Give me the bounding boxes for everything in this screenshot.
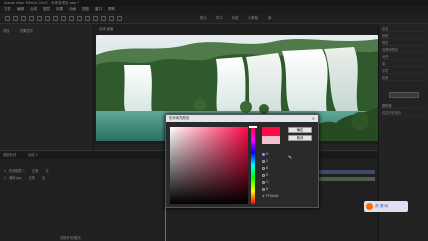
panel-libraries[interactable]: 库 [382, 62, 426, 67]
layer-name[interactable]: 形状图层 1 [9, 169, 25, 173]
menu-view[interactable]: 视图 [82, 7, 89, 12]
project-panel: 项目 效果控件 [0, 24, 94, 150]
character-font-select[interactable] [389, 92, 419, 98]
field-saturation[interactable]: S [262, 158, 286, 164]
field-blue[interactable]: B [262, 186, 286, 192]
workspace-default[interactable]: 默认 [200, 15, 207, 21]
camera-tool-icon[interactable] [45, 16, 50, 21]
field-red[interactable]: R [262, 172, 286, 178]
dialog-title: 形状填充颜色 [169, 116, 190, 120]
layer-row[interactable]: 2 瀑布.jpg 正常 无 [4, 176, 164, 181]
layer-mode[interactable]: 正常 [32, 169, 38, 173]
saturation-brightness-field[interactable] [170, 127, 248, 204]
stamp-tool-icon[interactable] [93, 16, 98, 21]
workspace-libraries[interactable]: 库 [268, 15, 271, 21]
panel-paragraph[interactable]: 段落 [382, 76, 426, 81]
color-picker-dialog: 形状填充颜色 × 确定 取消 ✎ H S B R G B # FF0A48 [165, 114, 319, 208]
panel-tracker[interactable]: 跟踪器 [382, 104, 426, 109]
selection-tool-icon[interactable] [13, 16, 18, 21]
tab-project[interactable]: 项目 [3, 28, 10, 34]
menu-window[interactable]: 窗口 [95, 7, 102, 12]
toggle-switches-modes[interactable]: 切换开关/模式 [60, 235, 81, 241]
panel-align[interactable]: 对齐 [382, 55, 426, 60]
zoom-tool-icon[interactable] [29, 16, 34, 21]
menu-animation[interactable]: 动画 [69, 7, 76, 12]
tab-render-queue[interactable]: 渲染队列 [3, 152, 16, 158]
field-label: B [266, 187, 269, 191]
menu-effect[interactable]: 效果 [56, 7, 63, 12]
field-label: B [266, 166, 269, 170]
tab-composition[interactable]: 合成 画面 [99, 26, 113, 32]
panel-audio[interactable]: 音频 [382, 34, 426, 39]
panel-effects-presets[interactable]: 效果和预设 [382, 48, 426, 53]
radio-icon[interactable] [262, 166, 265, 170]
home-icon[interactable] [5, 16, 10, 21]
layer-name[interactable]: 瀑布.jpg [9, 176, 21, 180]
radio-icon[interactable] [262, 187, 265, 191]
workspace-standard[interactable]: 标准 [232, 15, 239, 21]
layer-row[interactable]: 1 形状图层 1 正常 无 [4, 169, 164, 174]
field-label: R [266, 173, 269, 177]
tools-bar: 默认 学习 标准 小屏幕 库 [0, 13, 428, 24]
watermark-text: 虎 课 网 [375, 204, 389, 208]
eyedropper-icon[interactable]: ✎ [288, 155, 292, 161]
tab-comp-1[interactable]: 合成 1 [28, 152, 38, 158]
tiger-logo-icon [366, 203, 373, 210]
menu-edit[interactable]: 编辑 [17, 7, 24, 12]
layer-number: 1 [4, 169, 7, 173]
roto-tool-icon[interactable] [109, 16, 114, 21]
hue-slider[interactable] [251, 127, 255, 204]
layer-parent[interactable]: 无 [42, 176, 45, 180]
field-hex[interactable]: # FF0A48 [262, 193, 286, 199]
panel-info[interactable]: 信息 [382, 27, 426, 32]
field-label: H [266, 152, 269, 156]
new-color-swatch [262, 127, 280, 136]
field-green[interactable]: G [262, 179, 286, 185]
ok-button[interactable]: 确定 [288, 127, 312, 133]
field-label: S [266, 159, 269, 163]
hex-value[interactable]: FF0A48 [266, 194, 278, 198]
brush-tool-icon[interactable] [85, 16, 90, 21]
panel-character[interactable]: 字符 [382, 69, 426, 74]
dialog-title-bar[interactable]: 形状填充颜色 × [166, 115, 318, 122]
hand-tool-icon[interactable] [21, 16, 26, 21]
panel-preview[interactable]: 预览 [382, 41, 426, 46]
close-icon[interactable]: × [312, 115, 315, 122]
pen-tool-icon[interactable] [69, 16, 74, 21]
menu-composition[interactable]: 合成 [30, 7, 37, 12]
current-color-swatch[interactable] [262, 136, 280, 144]
tab-effect-controls[interactable]: 效果控件 [20, 28, 33, 34]
workspace-small-screen[interactable]: 小屏幕 [248, 15, 258, 21]
mask-tool-icon[interactable] [61, 16, 66, 21]
layer-number: 2 [4, 176, 7, 180]
radio-icon[interactable] [262, 159, 265, 163]
menu-help[interactable]: 帮助 [108, 7, 115, 12]
radio-icon[interactable] [262, 152, 265, 156]
eraser-tool-icon[interactable] [101, 16, 106, 21]
radio-icon[interactable] [262, 173, 265, 177]
site-watermark: 虎 课 网 [364, 201, 408, 212]
field-brightness[interactable]: B [262, 165, 286, 171]
field-label: # [262, 194, 265, 198]
puppet-tool-icon[interactable] [117, 16, 122, 21]
field-label: G [266, 180, 269, 184]
menu-file[interactable]: 文件 [4, 7, 11, 12]
type-tool-icon[interactable] [77, 16, 82, 21]
panel-content-aware-fill[interactable]: 内容识别填充 [382, 111, 426, 116]
rotate-tool-icon[interactable] [37, 16, 42, 21]
layer-mode[interactable]: 正常 [29, 176, 35, 180]
workspace-learn[interactable]: 学习 [216, 15, 223, 21]
hue-slider-thumb[interactable] [249, 126, 257, 128]
field-hue[interactable]: H [262, 151, 286, 157]
radio-icon[interactable] [262, 180, 265, 184]
menu-bar: 文件 编辑 合成 图层 效果 动画 视图 窗口 帮助 [0, 6, 428, 13]
menu-layer[interactable]: 图层 [43, 7, 50, 12]
pan-tool-icon[interactable] [53, 16, 58, 21]
cancel-button[interactable]: 取消 [288, 135, 312, 141]
layer-parent[interactable]: 无 [45, 169, 48, 173]
